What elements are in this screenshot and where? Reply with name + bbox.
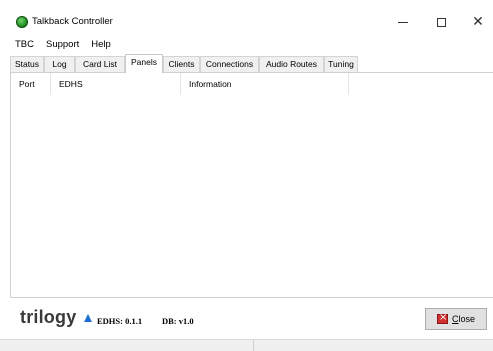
menu-help[interactable]: Help — [85, 37, 117, 52]
menu-bar: TBC Support Help — [0, 36, 493, 53]
column-header-edhs[interactable]: EDHS — [51, 73, 181, 95]
menu-support[interactable]: Support — [40, 37, 85, 52]
status-segment — [0, 340, 254, 351]
trilogy-logo: trilogy — [20, 307, 77, 327]
tab-status[interactable]: Status — [10, 56, 44, 72]
maximize-button[interactable] — [424, 11, 458, 33]
column-header-information[interactable]: Information — [181, 73, 349, 95]
close-button[interactable]: Close — [425, 308, 487, 330]
tab-card-list[interactable]: Card List — [75, 56, 125, 72]
panels-list[interactable]: Port EDHS Information — [10, 72, 493, 298]
tab-panels[interactable]: Panels — [125, 54, 163, 73]
title-bar: Talkback Controller ✕ — [0, 0, 493, 34]
menu-tbc[interactable]: TBC — [0, 37, 40, 52]
window-title: Talkback Controller — [32, 16, 113, 27]
tab-audio-routes[interactable]: Audio Routes — [259, 56, 324, 72]
maximize-icon — [436, 17, 446, 27]
window-close-button[interactable]: ✕ — [461, 11, 493, 33]
close-door-icon — [436, 312, 448, 324]
list-header: Port EDHS Information — [11, 73, 493, 95]
tab-strip: Status Log Card List Panels Clients Conn… — [0, 54, 493, 73]
tab-clients[interactable]: Clients — [163, 56, 200, 72]
footer: trilogy EDHS: 0.1.1 DB: v1.0 Close — [0, 298, 493, 339]
tab-log[interactable]: Log — [44, 56, 75, 72]
column-header-port[interactable]: Port — [11, 73, 51, 95]
close-button-label: Close — [451, 314, 475, 324]
tab-connections[interactable]: Connections — [200, 56, 259, 72]
status-bar — [0, 339, 493, 351]
db-version: DB: v1.0 — [162, 316, 194, 326]
logo-triangle-icon — [84, 314, 92, 322]
edhs-version: EDHS: 0.1.1 — [97, 316, 143, 326]
close-icon: ✕ — [472, 14, 484, 30]
minimize-icon — [398, 21, 408, 23]
green-globe-icon — [16, 16, 28, 28]
minimize-button[interactable] — [386, 11, 420, 33]
tab-tuning[interactable]: Tuning — [324, 56, 358, 72]
